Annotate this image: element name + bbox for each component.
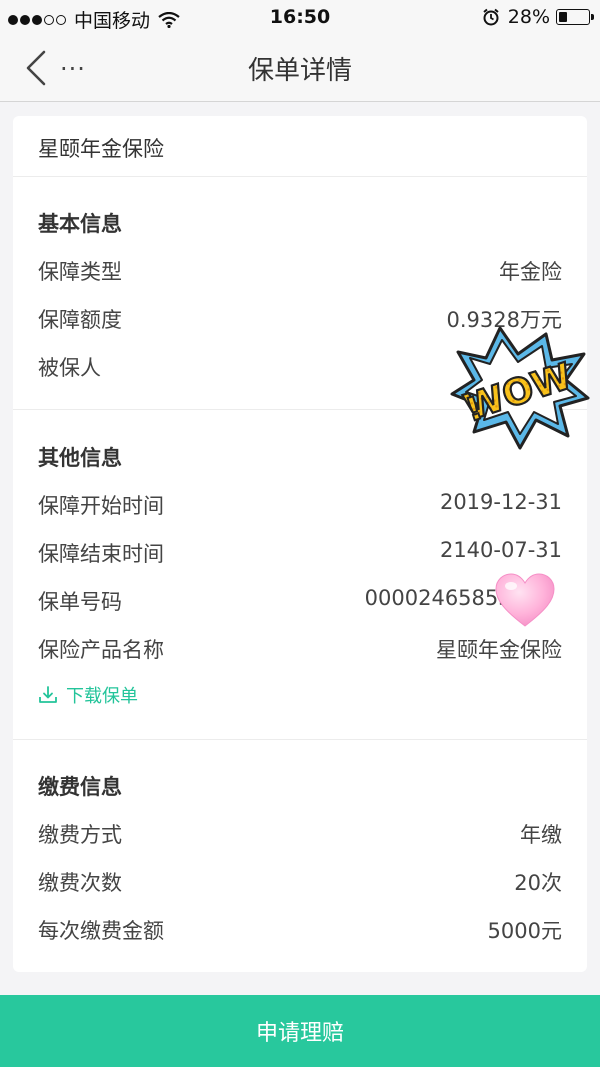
download-label: 下载保单	[66, 686, 138, 707]
row-label: 保障结束时间	[38, 542, 164, 566]
row-value: 20次	[514, 871, 562, 895]
row-value: 年缴	[520, 823, 562, 847]
row-value: 2019-12-31	[439, 490, 562, 514]
info-row-payment-count: 缴费次数 20次	[38, 867, 562, 897]
battery-percent: 28%	[507, 6, 550, 28]
row-label: 缴费方式	[38, 823, 122, 847]
download-policy-link[interactable]: 下载保单	[38, 682, 138, 708]
info-row-payment-amount: 每次缴费金额 5000元	[38, 915, 562, 945]
row-label: 保单号码	[38, 590, 122, 614]
alarm-clock-icon	[483, 8, 499, 26]
row-value: 星颐年金保险	[436, 638, 562, 662]
download-icon	[39, 686, 57, 703]
product-name: 星颐年金保险	[38, 137, 164, 161]
payment-info-title: 缴费信息	[38, 775, 122, 799]
row-label: 被保人	[38, 356, 101, 380]
section-divider	[13, 739, 587, 740]
row-label: 每次缴费金额	[38, 919, 164, 943]
row-value: 年金险	[499, 260, 562, 284]
row-label: 保障类型	[38, 260, 122, 284]
info-row-end-date: 保障结束时间 2140-07-31	[38, 538, 562, 568]
status-bar: 中国移动 16:50 28%	[0, 0, 600, 34]
row-label: 保障额度	[38, 308, 122, 332]
apply-claim-button[interactable]: 申请理赔	[0, 995, 600, 1067]
other-info-title: 其他信息	[38, 446, 122, 470]
policy-card: 星颐年金保险 基本信息 保障类型 年金险 保障额度 0.9328万元 被保人 其…	[13, 116, 587, 972]
row-label: 缴费次数	[38, 871, 122, 895]
row-label: 保险产品名称	[38, 638, 164, 662]
heart-sticker-icon	[495, 573, 555, 627]
wow-sticker-icon: WOW !	[450, 326, 590, 450]
product-header: 星颐年金保险	[13, 116, 587, 177]
row-value: 2140-07-31	[439, 538, 562, 562]
basic-info-title: 基本信息	[38, 212, 122, 236]
page-title: 保单详情	[247, 56, 352, 86]
info-row-product-name: 保险产品名称 星颐年金保险	[38, 634, 562, 664]
policy-detail-page: 中国移动 16:50 28% ... 保单详情 星颐年金保险 基本信息 保障类型…	[0, 0, 600, 1067]
info-row-policy-number: 保单号码 000024658532	[38, 586, 562, 616]
battery-icon	[556, 9, 594, 25]
navigation-bar: ... 保单详情	[0, 34, 600, 102]
row-value: 5000元	[487, 919, 562, 943]
info-row-payment-method: 缴费方式 年缴	[38, 819, 562, 849]
info-row-start-date: 保障开始时间 2019-12-31	[38, 490, 562, 520]
row-label: 保障开始时间	[38, 494, 164, 518]
info-row-coverage-type: 保障类型 年金险	[38, 256, 562, 286]
